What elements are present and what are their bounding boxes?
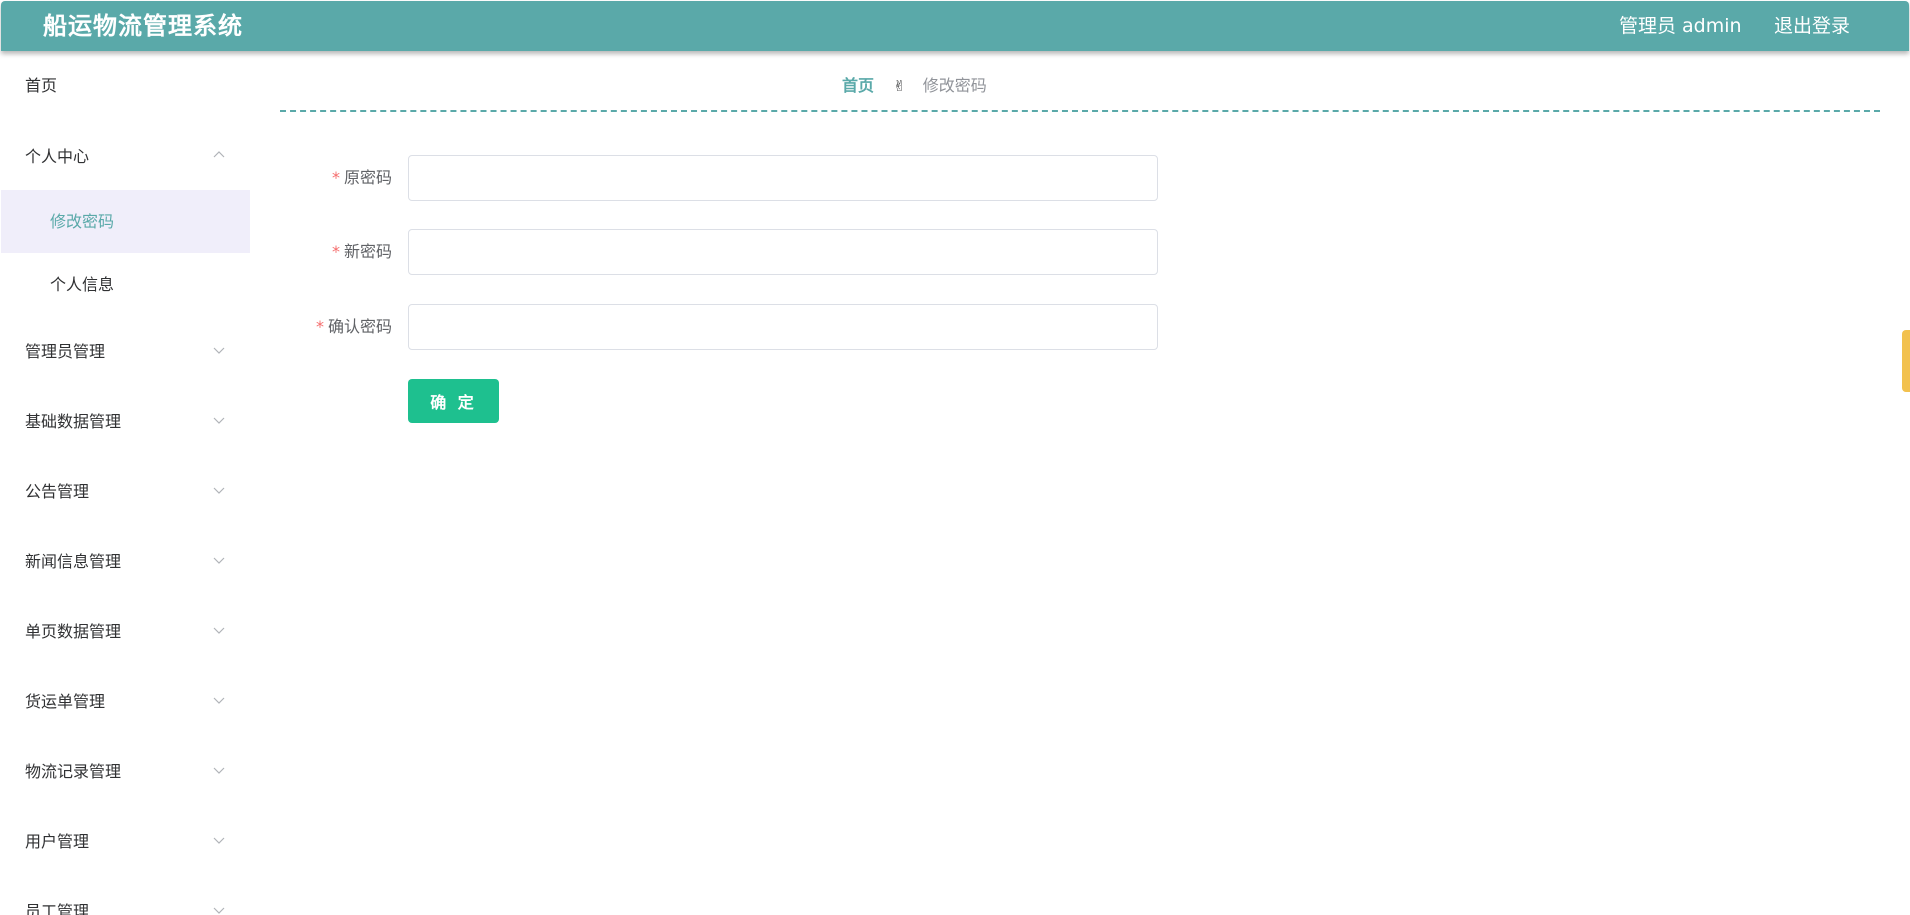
sidebar-item-user-management[interactable]: 用户管理	[1, 811, 250, 873]
breadcrumb-current: 修改密码	[922, 76, 987, 95]
new-password-label-text: 新密码	[343, 242, 392, 261]
old-password-input[interactable]	[408, 155, 1158, 201]
sidebar-item-basic-data-management[interactable]: 基础数据管理	[1, 391, 250, 453]
chevron-down-icon	[212, 485, 226, 495]
confirm-password-input[interactable]	[408, 304, 1158, 350]
sidebar-item-label: 首页	[25, 76, 58, 95]
new-password-label: * 新密码	[280, 229, 392, 275]
chevron-down-icon	[212, 695, 226, 705]
sidebar-item-label: 货运单管理	[25, 692, 106, 711]
old-password-row: * 原密码	[280, 155, 1160, 201]
sidebar-item-label: 公告管理	[25, 482, 90, 501]
victory-hand-icon: ✌	[893, 77, 906, 95]
sidebar-subitem-personal-info[interactable]: 个人信息	[1, 253, 250, 316]
sidebar-item-single-page-data-management[interactable]: 单页数据管理	[1, 601, 250, 663]
user-info: 管理员 admin	[1619, 15, 1742, 37]
chevron-down-icon	[212, 905, 226, 915]
breadcrumb-divider	[280, 110, 1880, 112]
new-password-input[interactable]	[408, 229, 1158, 275]
sidebar-subitem-label: 修改密码	[50, 212, 115, 231]
side-float-tab[interactable]	[1902, 330, 1910, 392]
sidebar-item-logistics-record-management[interactable]: 物流记录管理	[1, 741, 250, 803]
old-password-label-text: 原密码	[343, 168, 392, 187]
sidebar-item-label: 管理员管理	[25, 342, 106, 361]
sidebar-item-label: 个人中心	[25, 147, 90, 166]
sidebar-item-label: 新闻信息管理	[25, 552, 122, 571]
chevron-down-icon	[212, 555, 226, 565]
chevron-down-icon	[212, 345, 226, 355]
sidebar-item-label: 基础数据管理	[25, 412, 122, 431]
sidebar-item-personal-center[interactable]: 个人中心	[1, 126, 250, 188]
required-star: *	[315, 317, 324, 336]
sidebar-item-label: 物流记录管理	[25, 762, 122, 781]
sidebar-item-admin-management[interactable]: 管理员管理	[1, 321, 250, 383]
sidebar-item-label: 员工管理	[25, 902, 90, 915]
logout-button[interactable]: 退出登录	[1774, 1, 1850, 51]
chevron-down-icon	[212, 415, 226, 425]
sidebar-menu: 首页 个人中心 修改密码 个人信息 管理员管理 基础数据管理 公告管理 新闻信息…	[1, 51, 250, 915]
chevron-down-icon	[212, 835, 226, 845]
sidebar-subitem-label: 个人信息	[50, 275, 115, 294]
chevron-down-icon	[212, 765, 226, 775]
sidebar-item-label: 单页数据管理	[25, 622, 122, 641]
required-star: *	[331, 168, 340, 187]
new-password-row: * 新密码	[280, 229, 1160, 275]
sidebar-item-label: 用户管理	[25, 832, 90, 851]
chevron-up-icon	[212, 150, 226, 160]
confirm-password-row: * 确认密码	[280, 304, 1160, 350]
confirm-button[interactable]: 确 定	[408, 379, 499, 423]
sidebar-item-notice-management[interactable]: 公告管理	[1, 461, 250, 523]
sidebar-item-home[interactable]: 首页	[1, 55, 250, 117]
confirm-password-label: * 确认密码	[280, 304, 392, 350]
top-navbar: 船运物流管理系统 管理员 admin 退出登录	[1, 1, 1909, 51]
app-title: 船运物流管理系统	[43, 12, 243, 40]
sidebar-item-waybill-management[interactable]: 货运单管理	[1, 671, 250, 733]
breadcrumb-home-link[interactable]: 首页	[842, 76, 874, 95]
breadcrumb: 首页 ✌ 修改密码	[842, 73, 987, 99]
sidebar-item-news-management[interactable]: 新闻信息管理	[1, 531, 250, 593]
old-password-label: * 原密码	[280, 155, 392, 201]
confirm-password-label-text: 确认密码	[327, 317, 392, 336]
sidebar-subitem-change-password[interactable]: 修改密码	[1, 190, 250, 253]
sidebar-item-employee-management[interactable]: 员工管理	[1, 881, 250, 915]
chevron-down-icon	[212, 625, 226, 635]
required-star: *	[331, 242, 340, 261]
